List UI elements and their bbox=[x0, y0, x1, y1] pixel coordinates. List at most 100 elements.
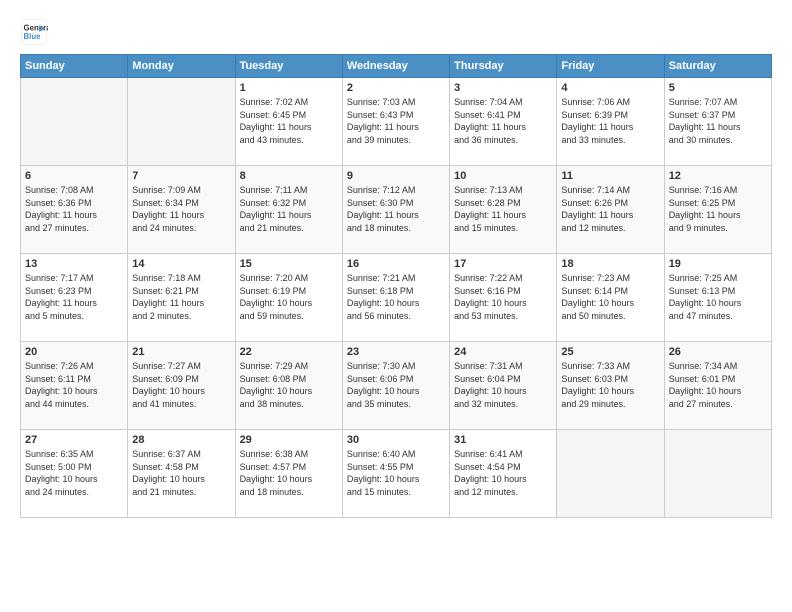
calendar-cell: 8 Sunrise: 7:11 AM Sunset: 6:32 PM Daylig… bbox=[235, 166, 342, 254]
weekday-header-row: SundayMondayTuesdayWednesdayThursdayFrid… bbox=[21, 55, 772, 78]
day-number: 26 bbox=[669, 346, 767, 358]
cell-content: Sunrise: 7:18 AM Sunset: 6:21 PM Dayligh… bbox=[132, 272, 230, 322]
cell-content: Sunrise: 7:13 AM Sunset: 6:28 PM Dayligh… bbox=[454, 184, 552, 234]
day-number: 28 bbox=[132, 434, 230, 446]
cell-content: Sunrise: 7:06 AM Sunset: 6:39 PM Dayligh… bbox=[561, 96, 659, 146]
day-number: 4 bbox=[561, 82, 659, 94]
cell-content: Sunrise: 7:31 AM Sunset: 6:04 PM Dayligh… bbox=[454, 360, 552, 410]
cell-content: Sunrise: 6:35 AM Sunset: 5:00 PM Dayligh… bbox=[25, 448, 123, 498]
day-number: 31 bbox=[454, 434, 552, 446]
day-number: 2 bbox=[347, 82, 445, 94]
logo-icon: General Blue bbox=[20, 18, 48, 46]
cell-content: Sunrise: 6:41 AM Sunset: 4:54 PM Dayligh… bbox=[454, 448, 552, 498]
day-number: 30 bbox=[347, 434, 445, 446]
svg-text:General: General bbox=[24, 23, 49, 32]
weekday-header-friday: Friday bbox=[557, 55, 664, 78]
weekday-header-sunday: Sunday bbox=[21, 55, 128, 78]
calendar-cell: 5Sunrise: 7:07 AM Sunset: 6:37 PM Daylig… bbox=[664, 78, 771, 166]
calendar-cell: 28Sunrise: 6:37 AM Sunset: 4:58 PM Dayli… bbox=[128, 430, 235, 518]
cell-content: Sunrise: 7:14 AM Sunset: 6:26 PM Dayligh… bbox=[561, 184, 659, 234]
cell-content: Sunrise: 7:02 AM Sunset: 6:45 PM Dayligh… bbox=[240, 96, 338, 146]
cell-content: Sunrise: 7:16 AM Sunset: 6:25 PM Dayligh… bbox=[669, 184, 767, 234]
week-row-2: 6Sunrise: 7:08 AM Sunset: 6:36 PM Daylig… bbox=[21, 166, 772, 254]
day-number: 6 bbox=[25, 170, 123, 182]
week-row-4: 20Sunrise: 7:26 AM Sunset: 6:11 PM Dayli… bbox=[21, 342, 772, 430]
calendar-cell: 11Sunrise: 7:14 AM Sunset: 6:26 PM Dayli… bbox=[557, 166, 664, 254]
cell-content: Sunrise: 7:11 AM Sunset: 6:32 PM Dayligh… bbox=[240, 184, 338, 234]
day-number: 27 bbox=[25, 434, 123, 446]
week-row-3: 13Sunrise: 7:17 AM Sunset: 6:23 PM Dayli… bbox=[21, 254, 772, 342]
calendar-cell: 14 Sunrise: 7:18 AM Sunset: 6:21 PM Dayli… bbox=[128, 254, 235, 342]
day-number: 8 bbox=[240, 170, 338, 182]
calendar-cell: 13Sunrise: 7:17 AM Sunset: 6:23 PM Dayli… bbox=[21, 254, 128, 342]
day-number: 19 bbox=[669, 258, 767, 270]
calendar-cell: 15 Sunrise: 7:20 AM Sunset: 6:19 PM Dayli… bbox=[235, 254, 342, 342]
weekday-header-monday: Monday bbox=[128, 55, 235, 78]
cell-content: Sunrise: 7:25 AM Sunset: 6:13 PM Dayligh… bbox=[669, 272, 767, 322]
weekday-header-tuesday: Tuesday bbox=[235, 55, 342, 78]
weekday-header-wednesday: Wednesday bbox=[342, 55, 449, 78]
calendar-cell: 12 Sunrise: 7:16 AM Sunset: 6:25 PM Dayli… bbox=[664, 166, 771, 254]
calendar-cell: 7Sunrise: 7:09 AM Sunset: 6:34 PM Daylig… bbox=[128, 166, 235, 254]
calendar-cell: 21 Sunrise: 7:27 AM Sunset: 6:09 PM Dayli… bbox=[128, 342, 235, 430]
calendar-cell: 10Sunrise: 7:13 AM Sunset: 6:28 PM Dayli… bbox=[450, 166, 557, 254]
calendar-cell: 9 Sunrise: 7:12 AM Sunset: 6:30 PM Daylig… bbox=[342, 166, 449, 254]
calendar-cell: 25 Sunrise: 7:33 AM Sunset: 6:03 PM Dayli… bbox=[557, 342, 664, 430]
day-number: 3 bbox=[454, 82, 552, 94]
calendar-cell: 24 Sunrise: 7:31 AM Sunset: 6:04 PM Dayli… bbox=[450, 342, 557, 430]
day-number: 18 bbox=[561, 258, 659, 270]
calendar-cell: 19 Sunrise: 7:25 AM Sunset: 6:13 PM Dayli… bbox=[664, 254, 771, 342]
cell-content: Sunrise: 7:27 AM Sunset: 6:09 PM Dayligh… bbox=[132, 360, 230, 410]
day-number: 12 bbox=[669, 170, 767, 182]
header: General Blue bbox=[20, 18, 772, 46]
day-number: 21 bbox=[132, 346, 230, 358]
cell-content: Sunrise: 7:30 AM Sunset: 6:06 PM Dayligh… bbox=[347, 360, 445, 410]
cell-content: Sunrise: 7:12 AM Sunset: 6:30 PM Dayligh… bbox=[347, 184, 445, 234]
calendar-cell: 30Sunrise: 6:40 AM Sunset: 4:55 PM Dayli… bbox=[342, 430, 449, 518]
calendar-cell bbox=[21, 78, 128, 166]
day-number: 25 bbox=[561, 346, 659, 358]
cell-content: Sunrise: 7:23 AM Sunset: 6:14 PM Dayligh… bbox=[561, 272, 659, 322]
logo: General Blue bbox=[20, 18, 52, 46]
week-row-1: 1 Sunrise: 7:02 AM Sunset: 6:45 PM Daylig… bbox=[21, 78, 772, 166]
calendar-cell: 3 Sunrise: 7:04 AM Sunset: 6:41 PM Daylig… bbox=[450, 78, 557, 166]
calendar-cell: 20Sunrise: 7:26 AM Sunset: 6:11 PM Dayli… bbox=[21, 342, 128, 430]
calendar-cell: 27 Sunrise: 6:35 AM Sunset: 5:00 PM Dayli… bbox=[21, 430, 128, 518]
day-number: 24 bbox=[454, 346, 552, 358]
calendar-cell: 23 Sunrise: 7:30 AM Sunset: 6:06 PM Dayli… bbox=[342, 342, 449, 430]
day-number: 15 bbox=[240, 258, 338, 270]
day-number: 13 bbox=[25, 258, 123, 270]
day-number: 9 bbox=[347, 170, 445, 182]
calendar-cell bbox=[128, 78, 235, 166]
day-number: 17 bbox=[454, 258, 552, 270]
cell-content: Sunrise: 7:29 AM Sunset: 6:08 PM Dayligh… bbox=[240, 360, 338, 410]
calendar-cell bbox=[664, 430, 771, 518]
cell-content: Sunrise: 7:21 AM Sunset: 6:18 PM Dayligh… bbox=[347, 272, 445, 322]
day-number: 1 bbox=[240, 82, 338, 94]
day-number: 5 bbox=[669, 82, 767, 94]
calendar-cell: 31 Sunrise: 6:41 AM Sunset: 4:54 PM Dayli… bbox=[450, 430, 557, 518]
calendar-cell: 4 Sunrise: 7:06 AM Sunset: 6:39 PM Daylig… bbox=[557, 78, 664, 166]
week-row-5: 27 Sunrise: 6:35 AM Sunset: 5:00 PM Dayli… bbox=[21, 430, 772, 518]
cell-content: Sunrise: 7:03 AM Sunset: 6:43 PM Dayligh… bbox=[347, 96, 445, 146]
calendar-cell: 2 Sunrise: 7:03 AM Sunset: 6:43 PM Daylig… bbox=[342, 78, 449, 166]
page: General Blue SundayMondayTuesdayWednesda… bbox=[0, 0, 792, 612]
calendar-cell: 17Sunrise: 7:22 AM Sunset: 6:16 PM Dayli… bbox=[450, 254, 557, 342]
calendar-cell: 26 Sunrise: 7:34 AM Sunset: 6:01 PM Dayli… bbox=[664, 342, 771, 430]
day-number: 20 bbox=[25, 346, 123, 358]
cell-content: Sunrise: 7:33 AM Sunset: 6:03 PM Dayligh… bbox=[561, 360, 659, 410]
cell-content: Sunrise: 7:20 AM Sunset: 6:19 PM Dayligh… bbox=[240, 272, 338, 322]
cell-content: Sunrise: 7:04 AM Sunset: 6:41 PM Dayligh… bbox=[454, 96, 552, 146]
cell-content: Sunrise: 6:38 AM Sunset: 4:57 PM Dayligh… bbox=[240, 448, 338, 498]
day-number: 23 bbox=[347, 346, 445, 358]
calendar-cell bbox=[557, 430, 664, 518]
day-number: 29 bbox=[240, 434, 338, 446]
day-number: 14 bbox=[132, 258, 230, 270]
day-number: 22 bbox=[240, 346, 338, 358]
calendar: SundayMondayTuesdayWednesdayThursdayFrid… bbox=[20, 54, 772, 518]
calendar-cell: 16 Sunrise: 7:21 AM Sunset: 6:18 PM Dayli… bbox=[342, 254, 449, 342]
cell-content: Sunrise: 7:34 AM Sunset: 6:01 PM Dayligh… bbox=[669, 360, 767, 410]
svg-text:Blue: Blue bbox=[24, 32, 42, 41]
day-number: 16 bbox=[347, 258, 445, 270]
calendar-cell: 18 Sunrise: 7:23 AM Sunset: 6:14 PM Dayli… bbox=[557, 254, 664, 342]
